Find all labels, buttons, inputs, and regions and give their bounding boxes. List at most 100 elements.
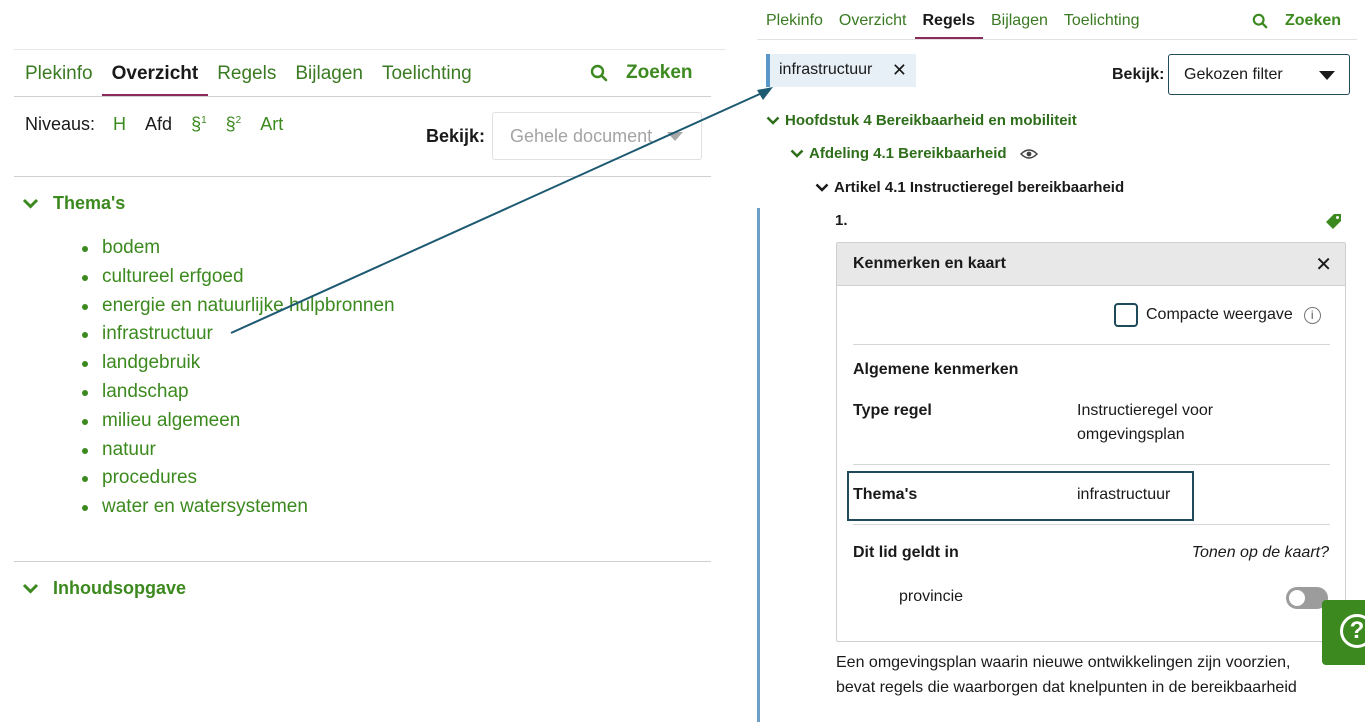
chevron-down-icon: [815, 183, 829, 192]
theme-item[interactable]: infrastructuur: [82, 320, 395, 349]
search-button[interactable]: Zoeken: [590, 62, 693, 84]
theme-item[interactable]: bodem: [82, 234, 395, 263]
themes-section-toggle[interactable]: Thema's: [22, 193, 125, 214]
theme-item[interactable]: landgebruik: [82, 349, 395, 378]
view-label: Bekijk:: [1112, 66, 1165, 83]
theme-item[interactable]: procedures: [82, 464, 395, 493]
type-value-line2: omgevingsplan: [1077, 426, 1185, 443]
tab-plekinfo[interactable]: Plekinfo: [25, 56, 93, 97]
themes-list: bodem cultureel erfgoed energie en natuu…: [82, 234, 395, 522]
contents-section-toggle[interactable]: Inhoudsopgave: [22, 578, 186, 599]
tab-plekinfo[interactable]: Plekinfo: [766, 8, 823, 40]
toc-section[interactable]: Afdeling 4.1 Bereikbaarheid: [790, 145, 1038, 162]
tab-toelichting[interactable]: Toelichting: [1064, 8, 1140, 40]
theme-item[interactable]: natuur: [82, 436, 395, 465]
info-icon[interactable]: i: [1303, 306, 1321, 324]
lid-number: 1.: [835, 212, 848, 229]
themes-value: infrastructuur: [1077, 486, 1171, 503]
search-label: Zoeken: [1285, 12, 1342, 29]
divider: [853, 524, 1330, 525]
divider: [14, 176, 711, 177]
type-label: Type regel: [853, 402, 932, 419]
search-button[interactable]: Zoeken: [1252, 12, 1341, 30]
level-afd[interactable]: Afd: [145, 114, 172, 135]
close-icon[interactable]: ✕: [892, 61, 907, 79]
themes-heading: Thema's: [53, 193, 126, 213]
level-paragraph-1-sup: 1: [201, 115, 207, 126]
theme-item[interactable]: cultureel erfgoed: [82, 263, 395, 292]
tab-overzicht[interactable]: Overzicht: [101, 56, 208, 97]
caret-down-icon: [667, 132, 683, 141]
area-label: provincie: [899, 588, 964, 605]
help-button[interactable]: ?: [1322, 600, 1365, 665]
left-tab-bar: Plekinfo Overzicht Regels Bijlagen Toeli…: [25, 56, 491, 97]
divider: [14, 96, 711, 97]
divider: [14, 49, 726, 50]
map-question: Tonen op de kaart?: [1191, 544, 1329, 561]
level-paragraph-2-sup: 2: [235, 115, 242, 126]
theme-item[interactable]: energie en natuurlijke hulpbronnen: [82, 292, 395, 321]
article-text-line: bevat regels die waarborgen dat knelpunt…: [836, 679, 1297, 696]
search-label: Zoeken: [626, 62, 693, 83]
compact-label: Compacte weergave: [1146, 306, 1293, 323]
toc-section-label: Afdeling 4.1 Bereikbaarheid: [809, 145, 1007, 162]
filter-chip: infrastructuur ✕: [766, 54, 916, 87]
level-paragraph-1[interactable]: §1: [191, 114, 207, 135]
levels-bar: Niveaus: H Afd §1 §2 Art: [25, 114, 302, 135]
card-header: Kenmerken en kaart ✕: [837, 243, 1345, 286]
view-select-value: Gehele document: [510, 126, 653, 146]
view-label: Bekijk:: [426, 126, 486, 146]
view-select[interactable]: Gehele document: [492, 112, 702, 160]
chevron-down-icon: [766, 116, 780, 125]
toc-chapter[interactable]: Hoofdstuk 4 Bereikbaarheid en mobiliteit: [766, 112, 1077, 129]
article-text-line: Een omgevingsplan waarin nieuwe ontwikke…: [836, 654, 1291, 671]
divider: [757, 39, 1357, 40]
type-value-line1: Instructieregel voor: [1077, 402, 1214, 419]
theme-item[interactable]: landschap: [82, 378, 395, 407]
level-art[interactable]: Art: [260, 114, 283, 135]
filter-chip-label: infrastructuur: [779, 61, 873, 78]
selection-indicator: [757, 208, 760, 722]
tab-toelichting[interactable]: Toelichting: [382, 56, 472, 97]
tab-bijlagen[interactable]: Bijlagen: [991, 8, 1048, 40]
tab-regels[interactable]: Regels: [914, 8, 984, 40]
toc-article[interactable]: Artikel 4.1 Instructieregel bereikbaarhe…: [815, 179, 1124, 196]
eye-icon[interactable]: [1019, 148, 1038, 160]
view-select[interactable]: Gekozen filter: [1168, 54, 1350, 95]
tag-icon[interactable]: [1325, 213, 1342, 230]
divider: [14, 561, 711, 562]
themes-label: Thema's: [853, 486, 918, 503]
caret-down-icon: [1319, 71, 1335, 80]
tab-regels[interactable]: Regels: [217, 56, 276, 97]
level-paragraph-2-sign: §: [225, 114, 236, 134]
close-icon[interactable]: ✕: [1315, 255, 1332, 275]
chevron-down-icon: [22, 583, 39, 594]
contents-heading: Inhoudsopgave: [53, 578, 187, 598]
help-icon: ?: [1340, 614, 1365, 648]
level-paragraph-2[interactable]: §2: [226, 114, 242, 135]
toc-article-label: Artikel 4.1 Instructieregel bereikbaarhe…: [834, 179, 1125, 196]
applies-label: Dit lid geldt in: [853, 544, 959, 561]
level-paragraph-1-sign: §: [191, 114, 202, 134]
chevron-down-icon: [790, 149, 804, 158]
chevron-down-icon: [22, 198, 39, 209]
divider: [853, 344, 1330, 345]
view-select-value: Gekozen filter: [1184, 66, 1283, 83]
tab-overzicht[interactable]: Overzicht: [839, 8, 907, 40]
level-h[interactable]: H: [113, 114, 126, 135]
toc-chapter-label: Hoofdstuk 4 Bereikbaarheid en mobiliteit: [785, 112, 1077, 129]
levels-label: Niveaus:: [25, 114, 96, 134]
search-icon: [590, 64, 608, 82]
search-icon: [1252, 13, 1268, 29]
general-heading: Algemene kenmerken: [853, 361, 1019, 378]
compact-checkbox[interactable]: [1114, 303, 1138, 327]
theme-item[interactable]: water en watersystemen: [82, 493, 395, 522]
compact-view-toggle[interactable]: Compacte weergave i: [1114, 303, 1321, 327]
theme-item[interactable]: milieu algemeen: [82, 407, 395, 436]
article-text: Een omgevingsplan waarin nieuwe ontwikke…: [836, 650, 1336, 700]
tab-bijlagen[interactable]: Bijlagen: [295, 56, 363, 97]
card-title: Kenmerken en kaart: [853, 255, 1006, 272]
divider: [853, 464, 1330, 465]
right-tab-bar: Plekinfo Overzicht Regels Bijlagen Toeli…: [766, 8, 1156, 40]
properties-card: Kenmerken en kaart ✕ Compacte weergave i…: [836, 242, 1346, 642]
